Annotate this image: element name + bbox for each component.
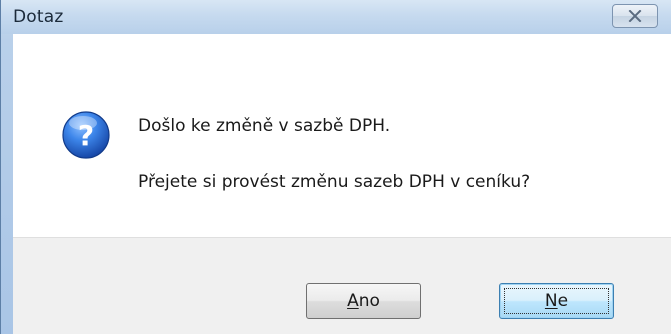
yes-button-mnemonic: A [347,291,359,311]
close-button[interactable] [612,4,658,28]
no-button[interactable]: Ne [499,283,614,319]
message-line-2: Přejete si provést změnu sazeb DPH v cen… [138,172,531,192]
question-icon: ? [62,111,110,159]
button-area-divider [13,237,671,238]
dialog-client-area: ? Došlo ke změně v sazbě DPH. Přejete si… [13,34,671,334]
yes-button[interactable]: Ano [306,283,421,319]
message-line-1: Došlo ke změně v sazbě DPH. [138,116,391,136]
dialog-window: Dotaz ? Došlo ke změně v sazbě DPH. Přej… [0,0,671,334]
no-button-label: e [557,291,569,311]
window-title: Dotaz [13,7,64,27]
message-panel: ? Došlo ke změně v sazbě DPH. Přejete si… [13,34,671,237]
svg-text:?: ? [78,119,94,152]
no-button-mnemonic: N [544,291,558,311]
title-bar[interactable]: Dotaz [1,0,671,34]
close-icon [628,10,642,22]
yes-button-label: no [358,291,380,311]
